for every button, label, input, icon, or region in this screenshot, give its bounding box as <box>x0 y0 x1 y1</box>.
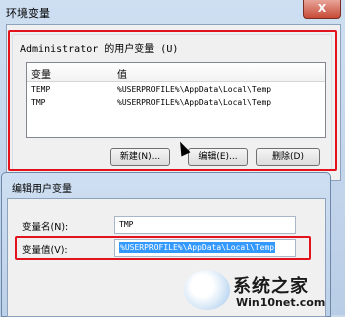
edit-dialog-title: 编辑用户变量 <box>12 184 72 195</box>
variable-name-label: 变量名(N): <box>22 222 69 233</box>
watermark-title: 系统之家 <box>233 276 309 297</box>
close-button[interactable]: X <box>303 0 341 19</box>
watermark: 系统之家 Win10net.com <box>178 268 343 314</box>
watermark-subtitle: Win10net.com <box>236 296 326 309</box>
title-bar: 环境变量 X <box>0 0 345 24</box>
window-title: 环境变量 <box>6 7 50 20</box>
highlight-box-user-variables <box>8 30 337 171</box>
variable-name-value: TMP <box>119 220 134 229</box>
watermark-logo-icon <box>184 270 230 310</box>
highlight-box-variable-value <box>15 236 311 260</box>
variable-name-input[interactable]: TMP <box>114 216 296 234</box>
